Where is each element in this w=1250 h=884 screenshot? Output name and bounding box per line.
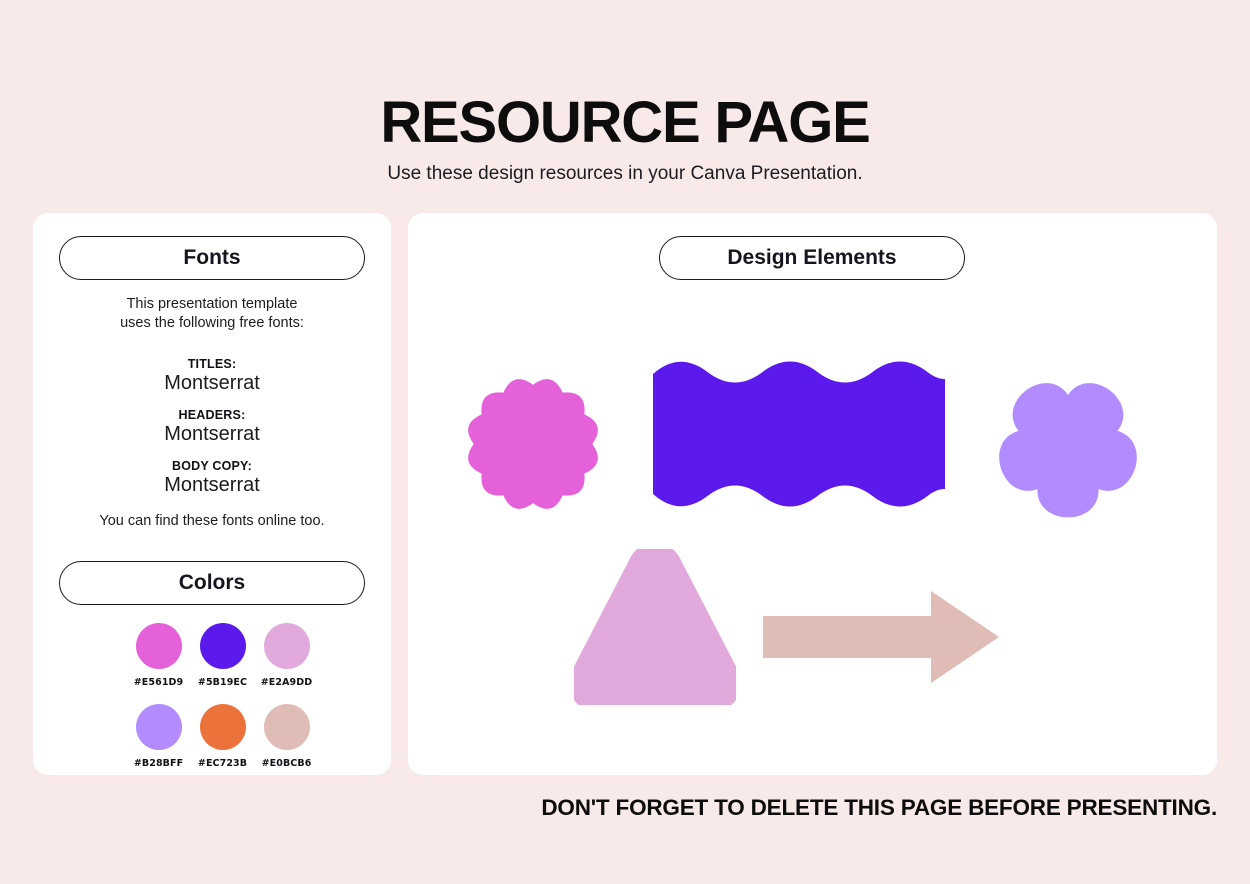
color-swatch-label: #E561D9	[133, 677, 184, 688]
design-elements-panel: Design Elements	[408, 213, 1217, 775]
page-title: RESOURCE PAGE	[380, 90, 870, 155]
color-swatch-grid: #E561D9 #5B19EC #E2A9DD #B28BFF #EC723B …	[125, 623, 320, 785]
color-swatch-label: #B28BFF	[133, 758, 184, 769]
color-swatch-dot	[263, 704, 310, 750]
font-name-headers: Montserrat	[164, 423, 260, 445]
color-swatch-dot	[199, 704, 246, 750]
color-swatch[interactable]: #EC723B	[191, 704, 255, 785]
starburst-shape-icon[interactable]	[443, 348, 623, 540]
design-elements-section-badge: Design Elements	[659, 236, 965, 280]
delete-page-warning: DON'T FORGET TO DELETE THIS PAGE BEFORE …	[541, 795, 1217, 820]
color-swatch[interactable]: #5B19EC	[191, 623, 255, 704]
color-swatch[interactable]: #E2A9DD	[255, 623, 319, 704]
color-swatch-label: #E2A9DD	[260, 677, 313, 688]
fonts-badge-label: Fonts	[183, 246, 241, 269]
color-swatch-dot	[199, 623, 246, 669]
wavy-rectangle-shape-icon[interactable]	[653, 358, 945, 510]
font-role-titles: TITLES:	[187, 357, 237, 371]
font-group-body-copy: BODY COPY: Montserrat	[33, 459, 391, 497]
colors-section-badge: Colors	[59, 561, 365, 605]
fonts-outro-text: You can find these fonts online too.	[99, 513, 325, 529]
font-role-headers: HEADERS:	[178, 408, 246, 422]
color-swatch-label: #E0BCB6	[261, 758, 312, 769]
flower-blob-shape-icon[interactable]	[983, 355, 1153, 535]
design-elements-badge-label: Design Elements	[727, 246, 897, 269]
page-subtitle: Use these design resources in your Canva…	[387, 163, 863, 184]
color-swatch[interactable]: #E0BCB6	[255, 704, 319, 785]
fonts-section-badge: Fonts	[59, 236, 365, 280]
color-swatch[interactable]: #B28BFF	[127, 704, 191, 785]
color-swatch-label: #EC723B	[197, 758, 248, 769]
color-swatch-label: #5B19EC	[197, 677, 248, 688]
color-swatch-dot	[263, 623, 310, 669]
color-swatch-dot	[135, 704, 182, 750]
fonts-intro-line-2: uses the following free fonts:	[120, 314, 304, 331]
color-swatch-dot	[135, 623, 182, 669]
font-group-titles: TITLES: Montserrat	[33, 357, 391, 395]
colors-badge-label: Colors	[178, 571, 246, 594]
fonts-intro-line-1: This presentation template	[126, 296, 298, 312]
font-name-body-copy: Montserrat	[164, 474, 260, 496]
font-name-titles: Montserrat	[164, 372, 260, 394]
rounded-triangle-shape-icon[interactable]	[574, 549, 736, 705]
fonts-intro-text: This presentation template uses the foll…	[33, 295, 391, 333]
fonts-and-colors-panel: Fonts This presentation template uses th…	[33, 213, 391, 775]
font-group-headers: HEADERS: Montserrat	[33, 408, 391, 446]
right-arrow-shape-icon[interactable]	[763, 591, 999, 683]
font-role-body-copy: BODY COPY:	[171, 459, 253, 473]
color-swatch[interactable]: #E561D9	[127, 623, 191, 704]
